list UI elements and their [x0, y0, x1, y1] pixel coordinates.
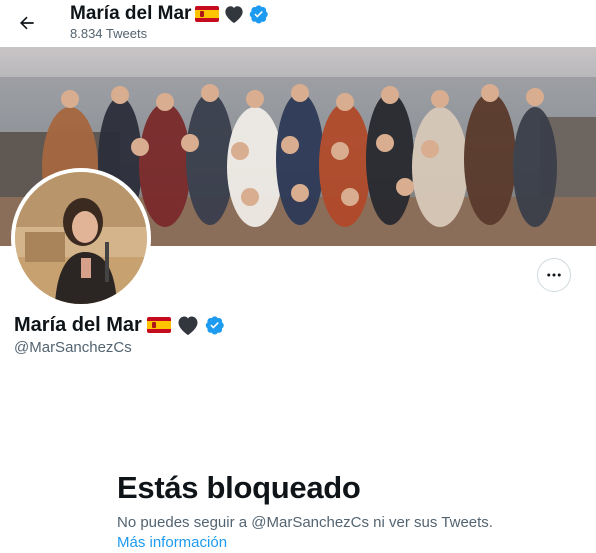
- verified-badge-icon: [250, 5, 269, 24]
- profile-handle: @MarSanchezCs: [14, 339, 132, 356]
- header-name: María del Mar: [70, 2, 269, 26]
- black-heart-icon: [178, 316, 198, 335]
- more-options-button[interactable]: [537, 258, 571, 292]
- more-dots-icon: [547, 273, 561, 277]
- blocked-title: Estás bloqueado: [117, 470, 361, 505]
- profile-header-bar: María del Mar 8.834 Tweets: [0, 0, 596, 47]
- avatar[interactable]: [11, 168, 151, 308]
- profile-display-name: María del Mar: [14, 312, 225, 338]
- verified-badge-icon: [205, 316, 224, 335]
- avatar-photo: [15, 172, 147, 304]
- profile-name-text: María del Mar: [14, 314, 142, 336]
- spain-flag-icon: [195, 6, 220, 22]
- blocked-description: No puedes seguir a @MarSanchezCs ni ver …: [117, 514, 493, 531]
- spain-flag-icon: [146, 317, 171, 333]
- learn-more-link[interactable]: Más información: [117, 533, 227, 553]
- back-button[interactable]: [10, 6, 44, 40]
- header-name-text: María del Mar: [70, 3, 192, 24]
- black-heart-icon: [225, 6, 244, 24]
- tweet-count: 8.834 Tweets: [70, 26, 148, 41]
- arrow-left-icon: [20, 16, 34, 30]
